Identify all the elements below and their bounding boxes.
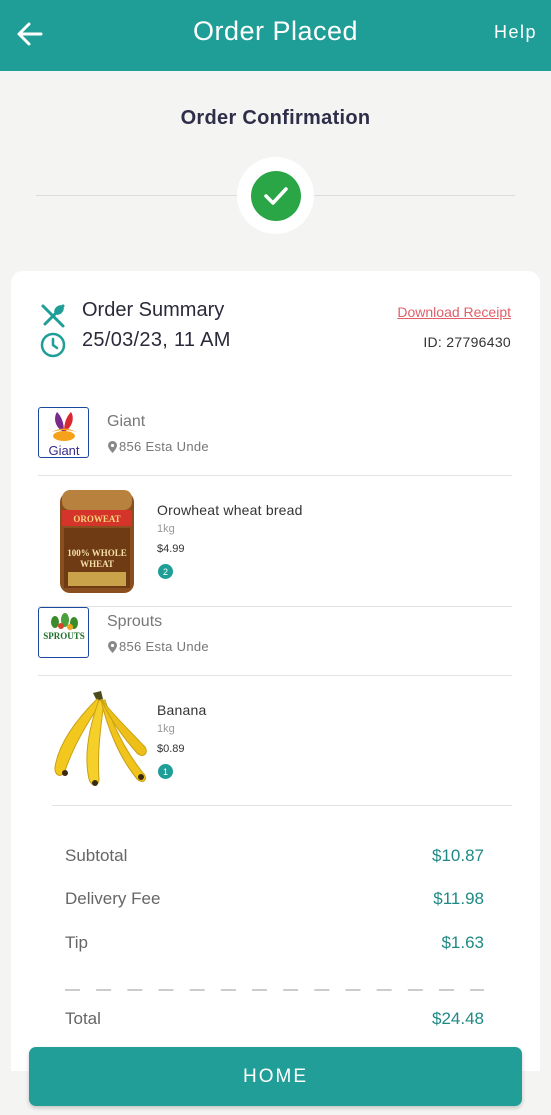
divider — [38, 475, 512, 476]
store-name: Sprouts — [107, 613, 163, 630]
svg-text:Giant: Giant — [48, 443, 79, 458]
order-summary-title: Order Summary — [82, 299, 225, 321]
giant-logo: Giant — [38, 407, 89, 458]
clock-icon — [40, 332, 66, 358]
total-value: $24.48 — [432, 1009, 484, 1028]
download-receipt-link[interactable]: Download Receipt — [397, 304, 511, 320]
divider — [38, 606, 512, 607]
divider — [38, 675, 512, 676]
svg-text:WHEAT: WHEAT — [80, 559, 114, 569]
tip-label: Tip — [65, 933, 88, 952]
delivery-fee-value: $11.98 — [433, 889, 484, 908]
bread-image: OROWEAT 100% WHOLE WHEAT — [56, 488, 138, 598]
store-address: 856 Esta Unde — [108, 639, 209, 654]
app-bar: Order Placed Help — [0, 0, 551, 71]
page-title: Order Placed — [192, 16, 359, 46]
fork-knife-icon — [41, 304, 65, 328]
dashed-divider: — — — — — — — — — — — — — — — — — — — — — [65, 981, 484, 998]
svg-text:OROWEAT: OROWEAT — [73, 514, 120, 524]
delivery-fee-label: Delivery Fee — [65, 889, 161, 908]
confirmation-heading: Order Confirmation — [180, 107, 371, 129]
help-link[interactable]: Help — [494, 22, 537, 43]
banana-image — [49, 687, 149, 800]
svg-text:SPROUTS: SPROUTS — [43, 631, 85, 641]
order-datetime: 25/03/23, 11 AM — [82, 329, 231, 351]
item-quantity: 1kg — [157, 523, 175, 535]
location-pin-icon — [108, 640, 117, 653]
item-quantity: 1kg — [157, 723, 175, 735]
location-pin-icon — [108, 440, 117, 453]
subtotal-value: $10.87 — [432, 846, 484, 865]
home-button[interactable]: HOME — [29, 1047, 522, 1106]
checkmark-icon — [263, 186, 288, 205]
total-label: Total — [65, 1009, 101, 1028]
order-id: ID: 27796430 — [423, 334, 511, 350]
svg-text:100% WHOLE: 100% WHOLE — [67, 548, 127, 558]
item-count-badge: 1 — [158, 764, 173, 779]
item-name: Orowheat wheat bread — [157, 502, 303, 518]
sprouts-logo: SPROUTS — [38, 607, 89, 658]
store-name: Giant — [107, 413, 146, 430]
item-price: $0.89 — [157, 743, 185, 755]
item-price: $4.99 — [157, 543, 185, 555]
item-name: Banana — [157, 702, 207, 718]
success-badge — [237, 157, 314, 234]
item-count-badge: 2 — [158, 564, 173, 579]
divider — [52, 805, 512, 806]
subtotal-label: Subtotal — [65, 846, 128, 865]
store-address: 856 Esta Unde — [108, 439, 209, 454]
order-card: Order Summary 25/03/23, 11 AM Download R… — [11, 271, 540, 1071]
tip-value: $1.63 — [441, 933, 484, 952]
